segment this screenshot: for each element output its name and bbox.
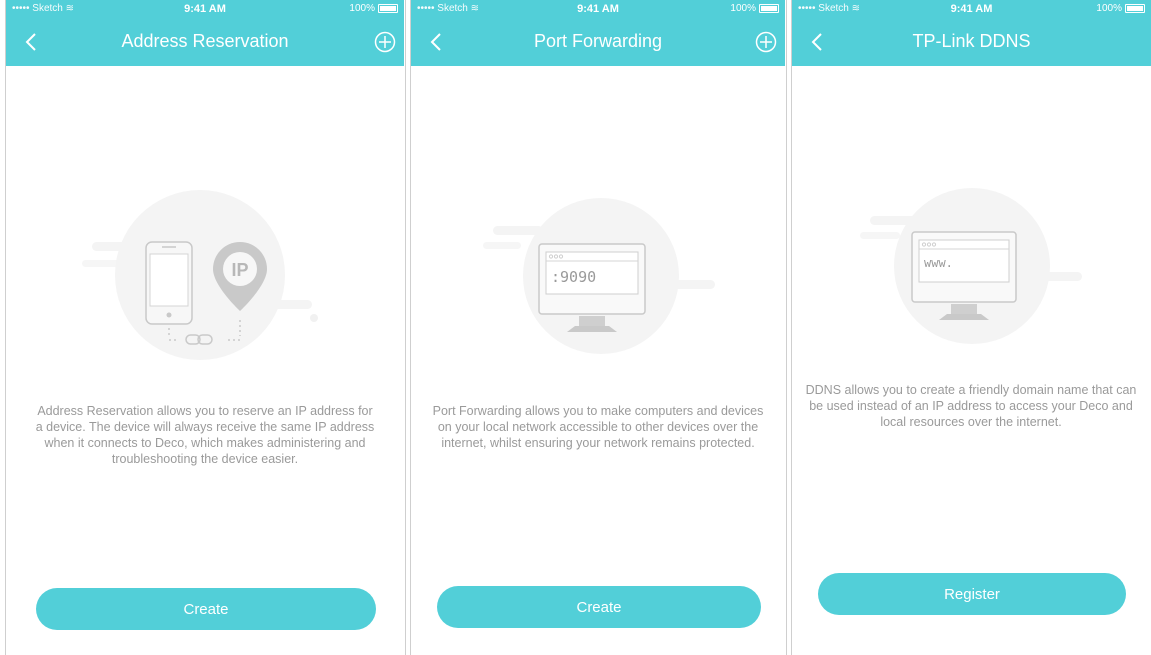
description-text: DDNS allows you to create a friendly dom… (805, 383, 1137, 429)
ddns-illustration: www. (860, 188, 1082, 344)
battery-icon (378, 4, 398, 13)
status-bar: ••••• Sketch ≋ 9:41 AM 100% (6, 0, 404, 18)
plus-circle-icon[interactable] (374, 31, 396, 53)
create-button[interactable]: Create (36, 588, 376, 630)
page-title: Port Forwarding (533, 31, 663, 51)
ip-badge: IP (231, 260, 248, 280)
status-bar: ••••• Sketch ≋ 9:41 AM 100% (411, 0, 785, 18)
description-text: Port Forwarding allows you to make compu… (432, 404, 764, 450)
battery-status: 100% (349, 3, 398, 14)
battery-icon (759, 4, 779, 13)
port-forwarding-illustration: :9090 (483, 198, 715, 354)
port-text: :9090 (551, 268, 596, 286)
status-time: 9:41 AM (577, 3, 619, 15)
frame-divider (405, 0, 406, 655)
nav-bar: Address Reservation (6, 18, 404, 66)
nav-bar: TP-Link DDNS (792, 18, 1151, 66)
address-reservation-screen: ••••• Sketch ≋ 9:41 AM 100% Address Rese… (6, 0, 404, 655)
port-forwarding-screen: ••••• Sketch ≋ 9:41 AM 100% Port Forward… (411, 0, 785, 655)
battery-percent: 100% (730, 3, 756, 14)
page-title: Address Reservation (121, 31, 289, 51)
tp-link-ddns-screen: ••••• Sketch ≋ 9:41 AM 100% TP-Link DDNS… (792, 0, 1151, 655)
description-text: Address Reservation allows you to reserv… (35, 404, 375, 466)
nav-bar: Port Forwarding (411, 18, 785, 66)
create-button[interactable]: Create (437, 586, 761, 628)
www-text: www. (924, 256, 953, 270)
battery-percent: 100% (349, 3, 375, 14)
register-button[interactable]: Register (818, 573, 1126, 615)
plus-circle-icon[interactable] (755, 31, 777, 53)
status-time: 9:41 AM (184, 3, 226, 15)
battery-status: 100% (730, 3, 779, 14)
page-title: TP-Link DDNS (912, 31, 1031, 51)
status-bar: ••••• Sketch ≋ 9:41 AM 100% (792, 0, 1151, 18)
phone-icon (145, 241, 193, 325)
frame-divider (786, 0, 787, 655)
battery-status: 100% (1096, 3, 1145, 14)
address-reservation-illustration: IP (82, 190, 318, 360)
battery-percent: 100% (1096, 3, 1122, 14)
battery-icon (1125, 4, 1145, 13)
